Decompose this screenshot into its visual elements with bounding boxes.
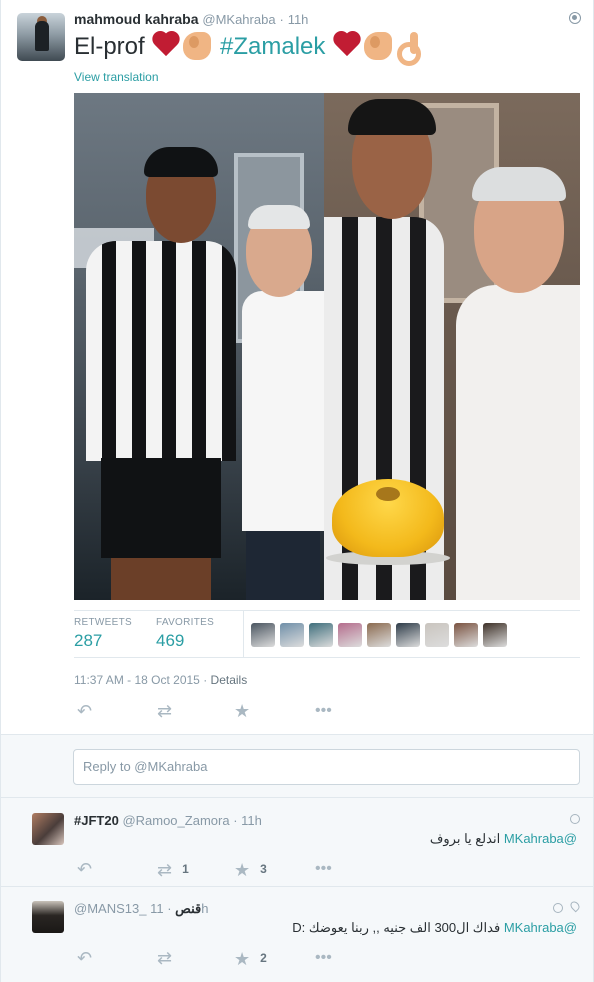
favorites-stat[interactable]: FAVORITES 469 — [156, 617, 214, 651]
globe-icon — [570, 814, 580, 824]
tweet-stats: RETWEETS 287 FAVORITES 469 — [74, 610, 580, 658]
tweet-photo[interactable] — [74, 93, 580, 600]
details-link[interactable]: Details — [211, 673, 248, 687]
heart-icon — [332, 32, 362, 58]
tweet-timestamp: 11:37 AM - 18 Oct 2015 · Details — [74, 673, 248, 687]
reply-body: اندلع يا بروف — [429, 831, 501, 846]
retweets-count[interactable]: 287 — [74, 631, 132, 651]
favorite-count: 3 — [260, 862, 267, 876]
cake-image — [326, 473, 450, 569]
reply-header: @MANS13_ قنص · 11h — [74, 901, 209, 916]
reply-author-name[interactable]: قنص — [175, 901, 201, 916]
tweet-text: El-prof #Zamalek — [74, 30, 422, 66]
reply-mention[interactable]: @MKahraba — [504, 920, 577, 935]
ok-hand-icon — [394, 32, 422, 66]
tweet-actions: ↶ ⇄ ★ ••• — [1, 700, 593, 722]
main-tweet: mahmoud kahraba @MKahraba · 11h El-prof … — [1, 0, 593, 734]
location-pin-icon — [568, 899, 582, 913]
more-options-icon[interactable]: ••• — [315, 700, 332, 722]
favorites-label: FAVORITES — [156, 617, 215, 628]
separator-dot: · — [279, 12, 284, 27]
favorite-star-icon[interactable]: ★ 3 — [234, 858, 267, 881]
retweet-icon[interactable]: ⇄ — [157, 947, 172, 969]
tweet-text-prefix: El-prof — [74, 33, 145, 60]
flexed-biceps-icon — [183, 32, 212, 60]
reply-actions: ↶ ⇄ 1 ★ 3 ••• — [1, 858, 593, 880]
photo-right-half — [324, 93, 580, 600]
retweets-label: RETWEETS — [74, 617, 132, 628]
reply-icon[interactable]: ↶ — [77, 700, 92, 722]
favoriter-avatar[interactable] — [251, 623, 275, 647]
author-name[interactable]: mahmoud kahraba — [74, 11, 198, 27]
reply-icon[interactable]: ↶ — [77, 947, 92, 969]
reply-header: #JFT20 @Ramoo_Zamora · 11h — [74, 813, 262, 828]
globe-icon — [553, 903, 563, 913]
retweet-icon[interactable]: ⇄ — [157, 700, 172, 722]
stats-divider — [243, 611, 244, 657]
favorite-star-icon[interactable]: ★ — [234, 700, 250, 722]
author-handle[interactable]: @MKahraba — [202, 12, 275, 27]
coach-figure — [242, 205, 324, 600]
favoriter-avatar[interactable] — [338, 623, 362, 647]
favoriter-avatar[interactable] — [280, 623, 304, 647]
globe-icon — [569, 12, 581, 24]
hashtag-link[interactable]: #Zamalek — [220, 33, 325, 60]
reply-author-handle[interactable]: @Ramoo_Zamora — [122, 813, 229, 828]
favoriter-avatar[interactable] — [483, 623, 507, 647]
favoriter-avatar[interactable] — [309, 623, 333, 647]
reply-avatar[interactable] — [32, 901, 64, 933]
player-figure — [86, 147, 236, 600]
photo-left-half — [74, 93, 324, 600]
reply-mention[interactable]: @MKahraba — [504, 831, 577, 846]
coach-figure — [456, 167, 580, 600]
more-options-icon[interactable]: ••• — [315, 947, 332, 969]
favoriter-avatar[interactable] — [367, 623, 391, 647]
reply-author-handle[interactable]: @MANS13_ — [74, 901, 146, 916]
heart-icon — [151, 32, 181, 58]
reply-avatar[interactable] — [32, 813, 64, 845]
retweets-stat[interactable]: RETWEETS 287 — [74, 617, 132, 651]
reply-icon[interactable]: ↶ — [77, 858, 92, 880]
reply-area: Reply to @MKahraba — [1, 734, 593, 798]
favoriter-avatar[interactable] — [396, 623, 420, 647]
reply-body: فداك ال300 الف جنيه ,, ربنا يعوضك :D — [292, 920, 501, 935]
view-translation-link[interactable]: View translation — [74, 70, 159, 84]
favorite-star-icon[interactable]: ★ 2 — [234, 947, 267, 970]
reply-author-name[interactable]: #JFT20 — [74, 813, 119, 828]
reply-age[interactable]: 11h — [241, 813, 262, 828]
favoriter-avatar[interactable] — [454, 623, 478, 647]
favoriter-avatar[interactable] — [425, 623, 449, 647]
favorites-count[interactable]: 469 — [156, 631, 214, 651]
flexed-biceps-icon — [364, 32, 393, 60]
reply-tweet[interactable]: #JFT20 @Ramoo_Zamora · 11h @MKahraba اند… — [1, 798, 593, 887]
favorite-count: 2 — [260, 951, 267, 965]
tweet-permalink-page: mahmoud kahraba @MKahraba · 11h El-prof … — [0, 0, 594, 982]
timestamp-text[interactable]: 11:37 AM - 18 Oct 2015 — [74, 673, 200, 687]
retweet-icon[interactable]: ⇄ 1 — [157, 858, 189, 881]
author-avatar[interactable] — [17, 13, 65, 61]
reply-input[interactable]: Reply to @MKahraba — [73, 749, 580, 785]
tweet-header: mahmoud kahraba @MKahraba · 11h — [74, 11, 308, 27]
tweet-age[interactable]: 11h — [288, 12, 309, 27]
reply-text: @MKahraba اندلع يا بروف — [430, 831, 577, 847]
reply-text: @MKahraba فداك ال300 الف جنيه ,, ربنا يع… — [292, 920, 577, 936]
reply-actions: ↶ ⇄ ★ 2 ••• — [1, 947, 593, 969]
retweet-count: 1 — [182, 862, 189, 876]
more-options-icon[interactable]: ••• — [315, 858, 332, 880]
reply-tweet[interactable]: @MANS13_ قنص · 11h @MKahraba فداك ال300 … — [1, 887, 593, 982]
